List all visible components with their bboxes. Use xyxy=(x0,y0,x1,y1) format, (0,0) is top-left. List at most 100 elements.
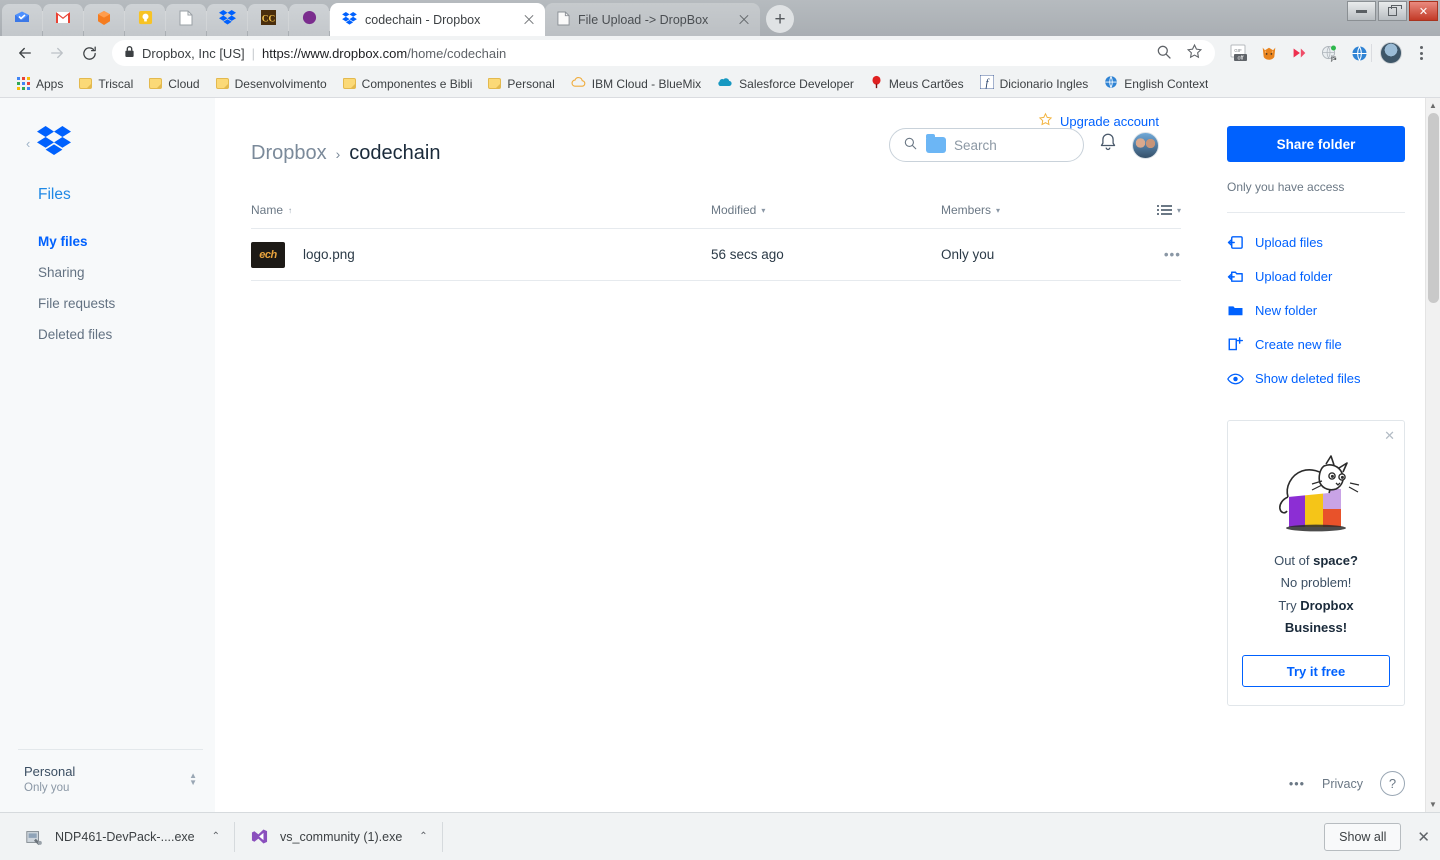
reload-button[interactable] xyxy=(74,38,104,68)
collapse-sidebar-icon[interactable]: ‹ xyxy=(26,136,30,151)
download-item-ndp461[interactable]: NDP461-DevPack-....exe ⌃ xyxy=(10,821,236,852)
sidebar-item-file-requests[interactable]: File requests xyxy=(0,288,215,319)
user-avatar[interactable] xyxy=(1132,131,1159,159)
back-button[interactable] xyxy=(10,38,40,68)
download-item-vs-community[interactable]: vs_community (1).exe ⌃ xyxy=(235,821,443,852)
view-options-button[interactable]: ▾ xyxy=(1141,205,1181,215)
column-header-members[interactable]: Members ▾ xyxy=(941,203,1141,217)
close-window-button[interactable]: ✕ xyxy=(1409,1,1438,21)
scroll-up-icon[interactable]: ▲ xyxy=(1429,98,1437,113)
bookmark-triscal[interactable]: Triscal xyxy=(72,74,140,94)
svg-text:GIF: GIF xyxy=(1234,48,1242,53)
pinned-tab-purple[interactable] xyxy=(289,4,330,36)
bookmark-componentes[interactable]: Componentes e Bibli xyxy=(336,74,480,94)
restore-button[interactable] xyxy=(1378,1,1407,21)
pinned-tab-document[interactable] xyxy=(166,4,207,36)
browser-tab-inactive[interactable]: File Upload -> DropBox xyxy=(545,3,760,36)
close-downloads-bar-icon[interactable]: ✕ xyxy=(1417,828,1430,846)
upload-folder-action[interactable]: Upload folder xyxy=(1227,261,1405,292)
search-icon[interactable] xyxy=(1156,44,1172,63)
notifications-bell-icon[interactable] xyxy=(1098,132,1118,158)
show-all-downloads-button[interactable]: Show all xyxy=(1324,822,1402,851)
apps-grid-icon xyxy=(17,77,30,90)
search-input[interactable]: Search xyxy=(889,128,1084,162)
bookmark-personal[interactable]: Personal xyxy=(481,74,561,94)
keep-icon xyxy=(138,10,153,30)
sidebar-item-my-files[interactable]: My files xyxy=(0,226,215,257)
download-filename: vs_community (1).exe xyxy=(280,829,403,844)
promo-close-icon[interactable]: ✕ xyxy=(1384,428,1395,444)
new-folder-action[interactable]: New folder xyxy=(1227,295,1405,326)
address-bar[interactable]: Dropbox, Inc [US] | https://www.dropbox.… xyxy=(112,40,1215,66)
bookmark-apps[interactable]: Apps xyxy=(10,74,70,94)
chevron-down-icon: ▾ xyxy=(1176,205,1181,215)
sidebar-item-sharing[interactable]: Sharing xyxy=(0,257,215,288)
bookmark-desenvolvimento[interactable]: Desenvolvimento xyxy=(209,74,334,94)
minimize-button[interactable] xyxy=(1347,1,1376,21)
bookmark-cloud[interactable]: Cloud xyxy=(142,74,206,94)
chevron-down-icon: ▾ xyxy=(761,205,766,215)
pinned-tab-inbox[interactable] xyxy=(2,4,43,36)
download-menu-chevron-icon[interactable]: ⌃ xyxy=(419,831,427,842)
row-more-options-button[interactable]: ••• xyxy=(1141,247,1181,262)
pinned-tab-keep[interactable] xyxy=(125,4,166,36)
share-folder-button[interactable]: Share folder xyxy=(1227,126,1405,162)
header-actions: Search xyxy=(889,128,1159,162)
column-header-name[interactable]: Name ↑ xyxy=(251,203,711,217)
bookmark-meus-cartoes[interactable]: Meus Cartões xyxy=(863,72,971,95)
account-switcher[interactable]: Personal Only you ▲ ▼ xyxy=(18,749,203,812)
pinned-tab-gmail[interactable] xyxy=(43,4,84,36)
bookmark-label: Cloud xyxy=(168,76,200,91)
sidebar-item-deleted-files[interactable]: Deleted files xyxy=(0,319,215,350)
page-scrollbar[interactable]: ▲ ▼ xyxy=(1425,98,1440,812)
video-downloader-extension-icon[interactable] xyxy=(1289,43,1309,63)
bookmark-star-icon[interactable] xyxy=(1186,43,1203,63)
extensions-row: GIF off js xyxy=(1223,43,1369,63)
bookmark-english-context[interactable]: English Context xyxy=(1097,72,1215,95)
dropbox-logo[interactable] xyxy=(37,125,72,161)
file-name[interactable]: logo.png xyxy=(303,247,355,262)
bookmark-salesforce[interactable]: Salesforce Developer xyxy=(710,73,861,94)
javascript-extension-icon[interactable]: js xyxy=(1319,43,1339,63)
eye-icon xyxy=(1227,370,1244,387)
new-folder-icon xyxy=(1227,302,1244,319)
footer-more-button[interactable]: ••• xyxy=(1289,777,1305,791)
table-row[interactable]: ech logo.png 56 secs ago Only you ••• xyxy=(251,229,1181,281)
pinned-tab-cc[interactable]: CC xyxy=(248,4,289,36)
pinned-tab-cube[interactable] xyxy=(84,4,125,36)
tab-close-icon[interactable] xyxy=(521,12,537,28)
chrome-menu-button[interactable] xyxy=(1412,46,1430,60)
column-header-modified[interactable]: Modified ▾ xyxy=(711,203,941,217)
sidebar-section-files[interactable]: Files xyxy=(0,160,215,204)
try-it-free-button[interactable]: Try it free xyxy=(1242,655,1390,688)
app-sidebar: ‹ Files My files Sharing File requests D… xyxy=(0,98,215,812)
download-menu-chevron-icon[interactable]: ⌃ xyxy=(212,831,220,842)
privacy-link[interactable]: Privacy xyxy=(1322,777,1363,791)
help-button[interactable]: ? xyxy=(1380,771,1405,796)
promo-line-3: Try Dropbox xyxy=(1278,597,1354,613)
scrollbar-track[interactable] xyxy=(1426,113,1440,797)
column-label: Name xyxy=(251,203,284,217)
upload-files-action[interactable]: Upload files xyxy=(1227,227,1405,258)
forward-button[interactable] xyxy=(42,38,72,68)
account-switch-icon[interactable]: ▲ ▼ xyxy=(189,772,197,787)
scrollbar-thumb[interactable] xyxy=(1427,113,1439,303)
new-tab-button[interactable]: + xyxy=(766,5,794,33)
show-deleted-files-action[interactable]: Show deleted files xyxy=(1227,363,1405,394)
scroll-down-icon[interactable]: ▼ xyxy=(1429,797,1437,812)
create-new-file-action[interactable]: Create new file xyxy=(1227,329,1405,360)
breadcrumb-root[interactable]: Dropbox xyxy=(251,142,327,165)
bookmark-ibm-cloud[interactable]: IBM Cloud - BlueMix xyxy=(564,73,708,95)
gif-off-extension-icon[interactable]: GIF off xyxy=(1229,43,1249,63)
web-globe-extension-icon[interactable] xyxy=(1349,43,1369,63)
search-scope-folder-icon[interactable] xyxy=(926,134,946,153)
tab-close-icon[interactable] xyxy=(736,12,752,28)
bookmark-dicionario-ingles[interactable]: f Dicionario Ingles xyxy=(973,72,1096,95)
breadcrumb-separator: › xyxy=(335,146,341,162)
browser-tab-active[interactable]: codechain - Dropbox xyxy=(330,3,545,36)
salesforce-icon xyxy=(717,76,733,91)
pinned-tab-dropbox[interactable] xyxy=(207,4,248,36)
profile-avatar-button[interactable] xyxy=(1380,42,1402,64)
fox-extension-icon[interactable] xyxy=(1259,43,1279,63)
visual-studio-icon xyxy=(249,827,269,847)
